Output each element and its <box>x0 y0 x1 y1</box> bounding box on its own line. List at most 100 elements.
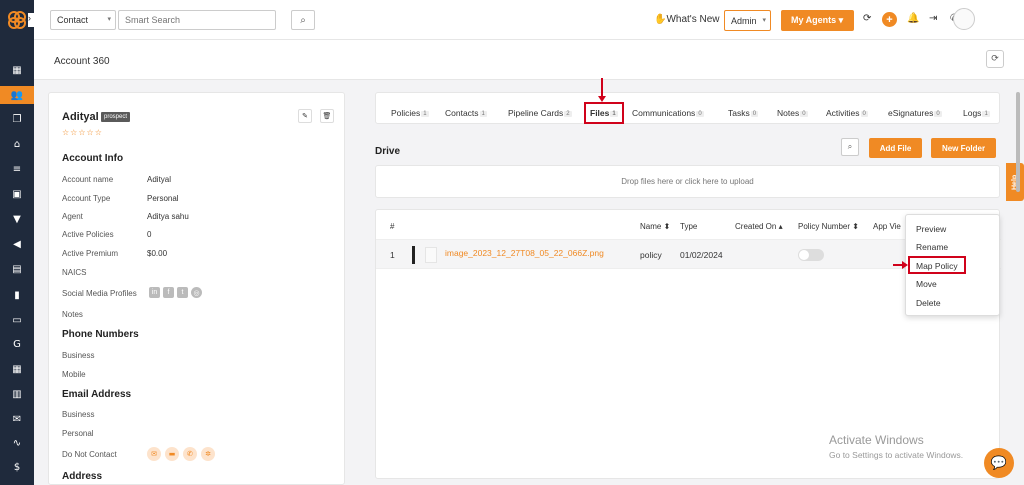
folder-icon[interactable]: ▭ <box>0 311 34 329</box>
file-name-link[interactable]: image_2023_12_27T08_05_22_066Z.png <box>445 248 604 258</box>
linkedin-icon[interactable]: in <box>149 287 160 298</box>
social-icons: in f t ◎ <box>149 287 202 298</box>
file-created-on: 01/02/2024 <box>680 250 723 260</box>
column-header-policy[interactable]: Policy Number ⬍ <box>798 222 859 231</box>
menu-item-rename[interactable]: Rename <box>916 242 948 252</box>
email-label: Personal <box>62 429 94 438</box>
tab-bar: Policies 1 Contacts 1 Pipeline Cards 2 File… <box>375 92 1000 124</box>
tab-policies[interactable]: Policies 1 <box>391 108 429 118</box>
facebook-icon[interactable]: f <box>163 287 174 298</box>
contact-card-icon[interactable]: ▣ <box>0 185 34 203</box>
sidebar: ▦ 👥 ❐ ⌂ ≡ ▣ ▼ ◀ ▤ ▮ ▭ G ▦ ▥ ✉ ∿ $ <box>0 0 34 485</box>
phone-icon[interactable]: ✆ <box>183 447 197 461</box>
add-file-button[interactable]: Add File <box>869 138 922 158</box>
file-marker <box>412 246 415 264</box>
filter-icon[interactable]: ▼ <box>0 210 34 228</box>
field-label: NAICS <box>62 268 87 277</box>
hand-icon: ✋ <box>654 14 667 25</box>
page-title: Account 360 <box>54 56 110 67</box>
my-agents-label: My Agents <box>791 15 837 25</box>
settings-icon[interactable]: ✲ <box>201 447 215 461</box>
twitter-icon[interactable]: t <box>177 287 188 298</box>
field-label: Active Premium <box>62 249 119 258</box>
dashboard-icon[interactable]: ▦ <box>0 61 34 79</box>
role-select[interactable]: Admin ▾ <box>724 10 771 31</box>
chat-icon[interactable]: 💬 <box>984 448 1014 478</box>
calendar-icon[interactable]: ▦ <box>0 360 34 378</box>
search-icon[interactable]: ⌕ <box>291 10 315 30</box>
sync-icon[interactable]: ⟳ <box>863 13 871 24</box>
refresh-icon[interactable]: ⟳ <box>986 50 1004 68</box>
tab-notes[interactable]: Notes 0 <box>777 108 808 118</box>
map-policy-highlight <box>908 256 966 274</box>
help-tab[interactable]: Help <box>1006 163 1024 201</box>
google-icon[interactable]: G <box>0 335 34 353</box>
documents-icon[interactable]: ❐ <box>0 110 34 128</box>
tab-tasks[interactable]: Tasks 0 <box>728 108 759 118</box>
field-label: Account Type <box>62 194 111 203</box>
file-dropzone[interactable]: Drop files here or click here to upload <box>375 165 1000 198</box>
watermark-line2: Go to Settings to activate Windows. <box>829 450 964 460</box>
new-folder-button[interactable]: New Folder <box>931 138 996 158</box>
status-badge: prospect <box>101 112 131 122</box>
megaphone-icon[interactable]: ◀ <box>0 235 34 253</box>
contact-type-select[interactable]: Contact ▾ <box>50 10 116 30</box>
field-value: Aditya sahu <box>147 212 189 221</box>
menu-item-move[interactable]: Move <box>916 279 937 289</box>
avatar[interactable] <box>953 8 975 30</box>
calendar-alt-icon[interactable]: ▥ <box>0 385 34 403</box>
email-label: Business <box>62 410 95 419</box>
email-icon[interactable]: ✉ <box>147 447 161 461</box>
contact-type-value: Contact <box>57 15 89 25</box>
field-label: Account name <box>62 175 114 184</box>
whats-new-link[interactable]: ✋What's New <box>654 14 720 25</box>
tab-contacts[interactable]: Contacts 1 <box>445 108 487 118</box>
rating-stars[interactable]: ☆☆☆☆☆ <box>62 128 103 137</box>
reports-icon[interactable]: ▮ <box>0 286 34 304</box>
add-icon[interactable]: + <box>882 12 897 27</box>
forms-icon[interactable]: ▤ <box>0 260 34 278</box>
mail-icon[interactable]: ✉ <box>0 410 34 428</box>
list-icon[interactable]: ≡ <box>0 160 34 178</box>
account-info-title: Account Info <box>62 153 124 164</box>
smart-search-input[interactable] <box>118 10 276 30</box>
policy-toggle[interactable] <box>798 249 824 261</box>
chevron-down-icon: ▾ <box>107 16 111 23</box>
column-header-name[interactable]: Name ⬍ <box>640 222 670 231</box>
column-header: App Vie <box>873 222 901 231</box>
do-not-contact-label: Do Not Contact <box>62 450 117 459</box>
tab-logs[interactable]: Logs 1 <box>963 108 990 118</box>
logout-icon[interactable]: ⇥ <box>929 13 937 24</box>
tab-pipeline-cards[interactable]: Pipeline Cards 2 <box>508 108 572 118</box>
column-header: # <box>390 222 395 231</box>
accounts-icon[interactable]: 👥 <box>0 86 34 104</box>
menu-item-preview[interactable]: Preview <box>916 224 946 234</box>
page-header: Account 360 ⟳ <box>34 40 1024 80</box>
tab-communications[interactable]: Communications 0 <box>632 108 704 118</box>
column-header-created[interactable]: Created On ▴ <box>735 222 783 231</box>
globe-icon[interactable]: ◎ <box>191 287 202 298</box>
edit-icon[interactable]: ✎ <box>298 109 312 123</box>
billing-icon[interactable]: $ <box>0 458 34 476</box>
my-agents-button[interactable]: My Agents ▾ <box>781 10 854 31</box>
carriers-icon[interactable]: ⌂ <box>0 135 34 153</box>
signature-icon[interactable]: ∿ <box>0 434 34 452</box>
whats-new-label: What's New <box>666 14 720 25</box>
phone-numbers-title: Phone Numbers <box>62 329 139 340</box>
field-label: Agent <box>62 212 83 221</box>
chevron-down-icon: ▾ <box>762 17 766 24</box>
menu-item-delete[interactable]: Delete <box>916 298 941 308</box>
field-label: Social Media Profiles <box>62 289 137 298</box>
tab-activities[interactable]: Activities 0 <box>826 108 868 118</box>
scrollbar[interactable] <box>1016 92 1020 192</box>
files-tab-highlight <box>584 102 624 124</box>
tab-esignatures[interactable]: eSignatures 0 <box>888 108 942 118</box>
search-icon[interactable]: ⌕ <box>841 138 859 156</box>
delete-icon[interactable]: 🗑 <box>320 109 334 123</box>
file-type: policy <box>640 250 662 260</box>
notifications-icon[interactable]: 🔔 <box>907 13 919 24</box>
do-not-contact-icons: ✉ ▬ ✆ ✲ <box>147 447 215 461</box>
file-thumbnail-icon <box>425 247 437 263</box>
chat-icon[interactable]: ▬ <box>165 447 179 461</box>
email-address-title: Email Address <box>62 389 132 400</box>
